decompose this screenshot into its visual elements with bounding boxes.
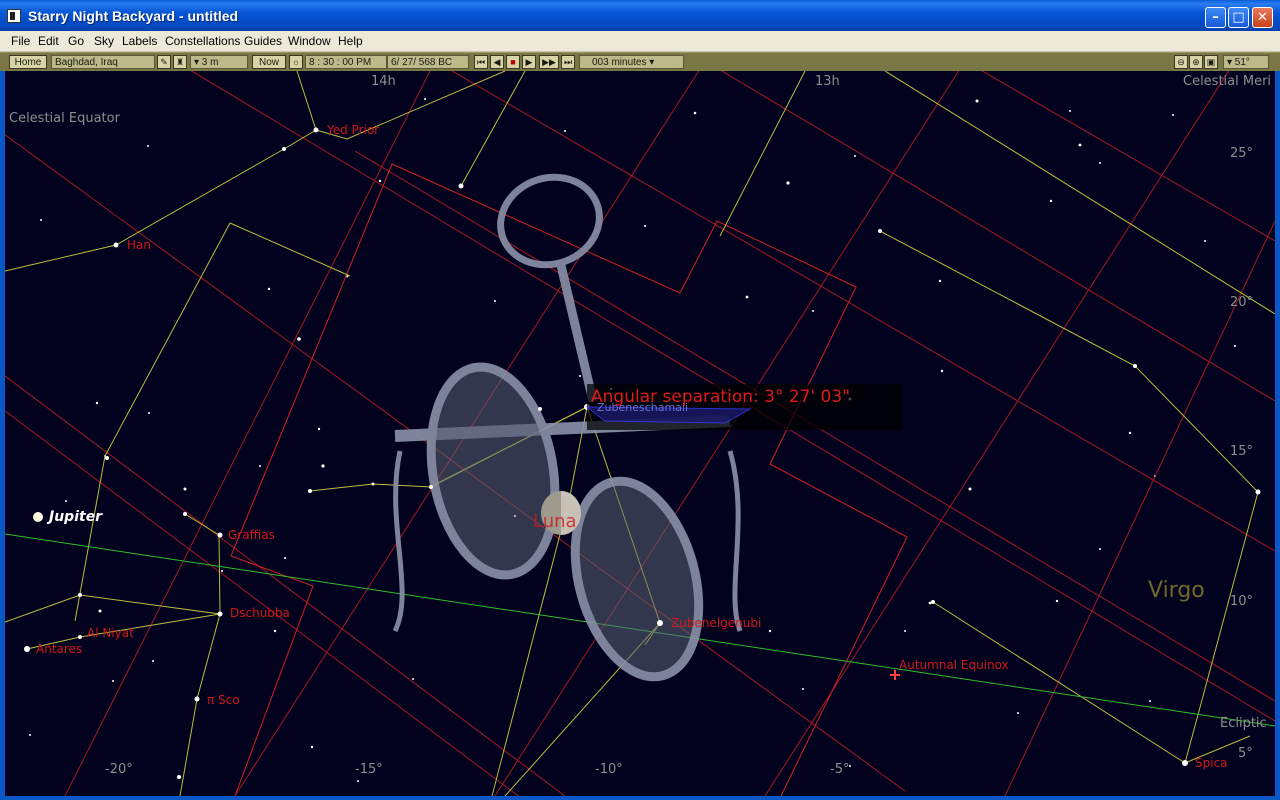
step-forward-icon[interactable]: ⏭ bbox=[561, 55, 575, 69]
celestial-equator-label: Celestial Equator bbox=[9, 111, 121, 126]
toolbar: Home Baghdad, Iraq ✎ ♜ ▾ 3 m Now ☼ 8 : 3… bbox=[0, 52, 1280, 71]
ra-label: 14h bbox=[371, 74, 396, 89]
ecliptic-longitude-label: -20° bbox=[105, 762, 133, 777]
date-field[interactable]: 6/ 27/ 568 BC bbox=[387, 55, 469, 69]
menu-help[interactable]: Help bbox=[338, 34, 363, 48]
stop-icon[interactable]: ■ bbox=[506, 55, 520, 69]
ra-label: 13h bbox=[815, 74, 840, 89]
step-back-icon[interactable]: ⏮ bbox=[474, 55, 488, 69]
moon-label[interactable]: Luna bbox=[533, 511, 577, 532]
constellation-name-virgo: Virgo bbox=[1148, 578, 1205, 603]
star-label-dschubba: Dschubba bbox=[230, 606, 290, 620]
play-forward-icon[interactable]: ▶ bbox=[522, 55, 536, 69]
star-label-zubenelgenubi: Zubenelgenubi bbox=[671, 616, 761, 630]
menu-window[interactable]: Window bbox=[288, 34, 331, 48]
star-label-spica: Spica bbox=[1195, 756, 1228, 770]
minimize-button[interactable]: – bbox=[1205, 7, 1226, 28]
play-backward-icon[interactable]: ◀ bbox=[490, 55, 504, 69]
star-label-pi-sco: π Sco bbox=[207, 693, 240, 707]
time-step-dropdown[interactable]: 003 minutes ▾ bbox=[579, 55, 684, 69]
star-label-yed-prior: Yed Prior bbox=[326, 123, 379, 137]
zoom-out-icon[interactable]: ⊖ bbox=[1174, 55, 1188, 69]
star-label-graffias: Graffias bbox=[228, 528, 275, 542]
dec-label: 25° bbox=[1230, 146, 1253, 161]
star-label-antares: Antares bbox=[36, 642, 82, 656]
viewing-location-icon[interactable]: ✎ bbox=[157, 55, 171, 69]
home-button[interactable]: Home bbox=[9, 55, 47, 69]
time-field[interactable]: 8 : 30 : 00 PM bbox=[305, 55, 387, 69]
sky-view[interactable]: 14h 13h 25° 20° 15° 10° 5° -20° -15° -10… bbox=[5, 71, 1275, 796]
angular-separation-readout: Angular separation: 3° 27' 03" bbox=[591, 387, 850, 407]
window-title: Starry Night Backyard - untitled bbox=[28, 8, 239, 24]
jupiter-marker[interactable] bbox=[33, 512, 43, 522]
elevation-dropdown[interactable]: ▾ 3 m bbox=[190, 55, 248, 69]
planet-label-jupiter[interactable]: Jupiter bbox=[46, 509, 103, 525]
menu-constellations[interactable]: Constellations bbox=[165, 34, 240, 48]
autumnal-equinox-label: Autumnal Equinox bbox=[899, 658, 1009, 672]
dec-label: 20° bbox=[1230, 295, 1253, 310]
observer-icon[interactable]: ♜ bbox=[173, 55, 187, 69]
ecliptic-longitude-label: -5° bbox=[830, 762, 849, 777]
menu-bar: File Edit Go Sky Labels Constellations G… bbox=[0, 31, 1280, 52]
fast-forward-icon[interactable]: ▶▶ bbox=[539, 55, 559, 69]
menu-labels[interactable]: Labels bbox=[122, 34, 157, 48]
constellation-lines bbox=[5, 71, 1275, 796]
zoom-box-icon[interactable]: ▣ bbox=[1204, 55, 1218, 69]
location-field[interactable]: Baghdad, Iraq bbox=[51, 55, 155, 69]
menu-go[interactable]: Go bbox=[68, 34, 84, 48]
close-button[interactable]: ✕ bbox=[1252, 7, 1273, 28]
menu-file[interactable]: File bbox=[11, 34, 30, 48]
menu-edit[interactable]: Edit bbox=[38, 34, 59, 48]
ecliptic-longitude-label: -10° bbox=[595, 762, 623, 777]
star-label-han: Han bbox=[127, 238, 151, 252]
dec-label: 10° bbox=[1230, 594, 1253, 609]
now-button[interactable]: Now bbox=[252, 55, 286, 69]
daylight-icon[interactable]: ☼ bbox=[289, 55, 303, 69]
coordinate-grid bbox=[5, 71, 1275, 796]
app-icon[interactable] bbox=[7, 9, 21, 23]
dec-label: 15° bbox=[1230, 444, 1253, 459]
maximize-button[interactable]: □ bbox=[1228, 7, 1249, 28]
zoom-in-icon[interactable]: ⊕ bbox=[1189, 55, 1203, 69]
star-markers[interactable] bbox=[24, 127, 1261, 780]
star-label-al-niyat: Al Niyat bbox=[87, 626, 134, 640]
dec-label: 5° bbox=[1238, 746, 1253, 761]
ecliptic-label: Ecliptic bbox=[1220, 716, 1267, 731]
title-bar: Starry Night Backyard - untitled – □ ✕ bbox=[0, 0, 1280, 31]
celestial-meridian-label: Celestial Meri bbox=[1183, 74, 1271, 89]
field-of-view-dropdown[interactable]: ▾ 51° bbox=[1223, 55, 1269, 69]
menu-sky[interactable]: Sky bbox=[94, 34, 114, 48]
sky-chart[interactable]: 14h 13h 25° 20° 15° 10° 5° -20° -15° -10… bbox=[5, 71, 1275, 796]
menu-guides[interactable]: Guides bbox=[244, 34, 282, 48]
ecliptic-longitude-label: -15° bbox=[355, 762, 383, 777]
